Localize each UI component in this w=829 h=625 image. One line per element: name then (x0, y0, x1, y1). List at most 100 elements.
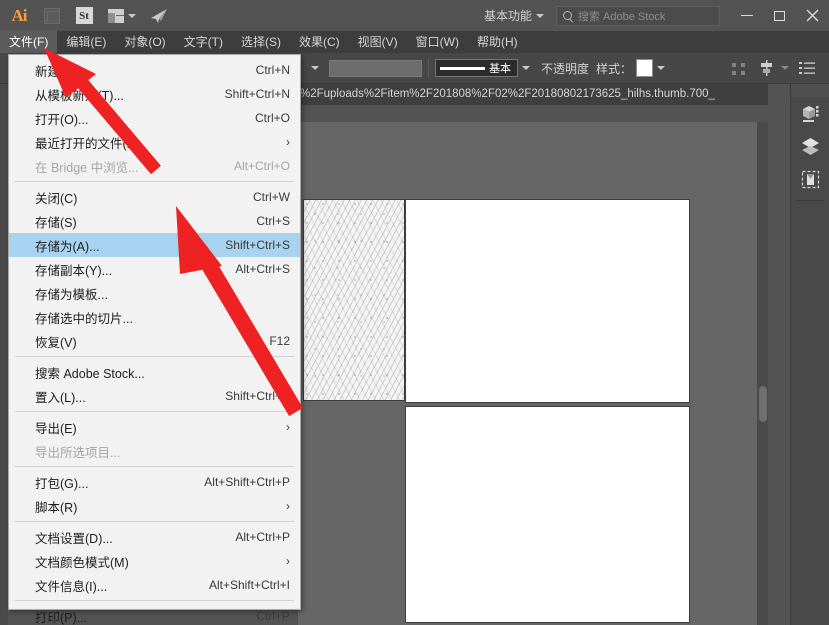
file-menu-item[interactable]: 置入(L)... Shift+Ctrl+P (9, 384, 300, 408)
style-chevron-down-icon[interactable] (653, 66, 669, 70)
stroke-profile-chevron-down-icon[interactable] (518, 66, 534, 70)
close-button[interactable] (796, 4, 829, 28)
artboard-blank-bottom[interactable] (406, 407, 689, 622)
dock-divider (796, 200, 824, 201)
file-menu-item-label: 在 Bridge 中浏览... (35, 160, 139, 175)
artboard-textured[interactable] (304, 200, 404, 400)
file-menu-item-label: 存储选中的切片... (35, 311, 133, 326)
file-menu-item-label: 文档颜色模式(M) (35, 555, 129, 570)
file-menu-item-shortcut: Ctrl+N (255, 63, 290, 77)
artboards-panel-icon[interactable] (791, 163, 829, 196)
style-swatch[interactable] (636, 59, 654, 77)
file-menu-item-label: 最近打开的文件(F) (35, 136, 139, 151)
menu-object[interactable]: 对象(O) (115, 30, 174, 54)
file-menu-item[interactable]: 脚本(R) › (9, 494, 300, 518)
right-panel-dock (790, 84, 829, 625)
submenu-chevron-right-icon: › (286, 135, 290, 149)
workspace-chevron-down-icon (536, 13, 544, 18)
file-menu-item[interactable]: 恢复(V) F12 (9, 329, 300, 353)
file-menu-item[interactable]: 打印(P)... Ctrl+P (9, 604, 300, 625)
canvas-vertical-scrollbar[interactable] (757, 122, 768, 625)
properties-panel-icon[interactable] (791, 97, 829, 130)
file-menu-item[interactable]: 存储(S) Ctrl+S (9, 209, 300, 233)
file-menu-item-label: 导出(E) (35, 421, 77, 436)
file-menu-dropdown[interactable]: 新建(N)... Ctrl+N 从模板新建(T)... Shift+Ctrl+N 打开(… (8, 54, 301, 625)
workspace-label: 基本功能 (483, 9, 532, 23)
menu-window[interactable]: 窗口(W) (407, 30, 468, 54)
file-menu-item[interactable]: 从模板新建(T)... Shift+Ctrl+N (9, 82, 300, 106)
document-tab[interactable]: %2Fuploads%2Fitem%2F201808%2F02%2F201808… (298, 84, 715, 105)
minimize-button[interactable] (730, 4, 763, 28)
arrange-chevron-down-icon[interactable] (128, 13, 136, 18)
file-menu-item-label: 从模板新建(T)... (35, 88, 124, 103)
transform-icon[interactable] (730, 59, 749, 78)
file-menu-item-label: 关闭(C) (35, 191, 78, 206)
file-menu-item[interactable]: 存储副本(Y)... Alt+Ctrl+S (9, 257, 300, 281)
file-menu-item[interactable]: 存储为模板... (9, 281, 300, 305)
style-label: 样式： (596, 61, 633, 76)
file-menu-item[interactable]: 存储为(A)... Shift+Ctrl+S (9, 233, 300, 257)
file-menu-item-shortcut: Alt+Ctrl+S (235, 262, 290, 276)
file-menu-item[interactable]: 最近打开的文件(F) › (9, 130, 300, 154)
arrange-documents-icon[interactable] (104, 5, 128, 27)
file-menu-item[interactable]: 文档颜色模式(M) › (9, 549, 300, 573)
tab-bar-gap (298, 105, 768, 122)
file-menu-item[interactable]: 文件信息(I)... Alt+Shift+Ctrl+I (9, 573, 300, 597)
behance-icon[interactable] (148, 5, 172, 27)
file-menu-item-label: 搜索 Adobe Stock... (35, 366, 145, 381)
file-menu-item[interactable]: 存储选中的切片... (9, 305, 300, 329)
file-menu-item[interactable]: 关闭(C) Ctrl+W (9, 185, 300, 209)
stroke-profile-dropdown[interactable]: 基本 (435, 59, 518, 77)
menu-view[interactable]: 视图(V) (349, 30, 407, 54)
control-bar-chevron-down-icon[interactable] (306, 59, 324, 77)
file-menu-item[interactable]: 新建(N)... Ctrl+N (9, 58, 300, 82)
file-menu-item[interactable]: 打开(O)... Ctrl+O (9, 106, 300, 130)
file-menu-item-label: 导出所选项目... (35, 445, 121, 460)
file-menu-item: 导出所选项目... (9, 439, 300, 463)
canvas-area[interactable] (298, 122, 768, 625)
menu-edit[interactable]: 编辑(E) (57, 30, 115, 54)
maximize-button[interactable] (763, 4, 796, 28)
document-setup-icon[interactable] (798, 59, 817, 78)
menu-type[interactable]: 文字(T) (175, 30, 232, 54)
illustrator-window: Ai St 基本功能 搜索 Adobe Stock 文件(F) 编辑(E) 对象… (0, 0, 829, 625)
file-menu-item-label: 脚本(R) (35, 500, 78, 515)
ai-logo-icon: Ai (11, 5, 28, 25)
menu-bar: 文件(F) 编辑(E) 对象(O) 文字(T) 选择(S) 效果(C) 视图(V… (0, 30, 829, 54)
file-menu-item-label: 存储为(A)... (35, 239, 100, 254)
file-menu-item-label: 文档设置(D)... (35, 531, 113, 546)
file-menu-item[interactable]: 搜索 Adobe Stock... (9, 360, 300, 384)
file-menu-item-shortcut: Ctrl+O (254, 111, 290, 125)
menu-file[interactable]: 文件(F) (0, 30, 58, 54)
stock-search-box[interactable]: 搜索 Adobe Stock (556, 5, 720, 26)
file-menu-item[interactable]: 打包(G)... Alt+Shift+Ctrl+P (9, 470, 300, 494)
menu-help[interactable]: 帮助(H) (468, 30, 527, 54)
file-menu-item-shortcut: Alt+Shift+Ctrl+P (204, 475, 290, 489)
submenu-chevron-right-icon: › (286, 420, 290, 434)
file-menu-item-shortcut: F12 (269, 334, 290, 348)
file-menu-separator (15, 521, 294, 522)
artboard-blank-top[interactable] (406, 200, 689, 402)
window-controls (730, 0, 829, 31)
align-icon[interactable] (758, 59, 777, 78)
menu-select[interactable]: 选择(S) (232, 30, 290, 54)
search-placeholder-text: 搜索 Adobe Stock (578, 10, 666, 23)
menu-effect[interactable]: 效果(C) (290, 30, 349, 54)
file-menu-separator (15, 466, 294, 467)
control-bar-field[interactable] (329, 59, 422, 77)
file-menu-item[interactable]: 导出(E) › (9, 415, 300, 439)
stock-icon[interactable]: St (72, 5, 96, 27)
layers-panel-icon[interactable] (791, 130, 829, 163)
file-menu-item-shortcut: Shift+Ctrl+S (225, 238, 290, 252)
canvas-scrollbar-thumb[interactable] (759, 386, 767, 422)
file-menu-item-shortcut: Ctrl+P (256, 609, 290, 623)
file-menu-item-label: 文件信息(I)... (35, 579, 108, 594)
workspace-switcher[interactable]: 基本功能 (478, 4, 550, 27)
file-menu-item[interactable]: 文档设置(D)... Alt+Ctrl+P (9, 525, 300, 549)
align-chevron-down-icon[interactable] (781, 66, 789, 70)
file-menu-item-shortcut: Shift+Ctrl+P (225, 389, 290, 403)
bridge-icon[interactable] (40, 5, 64, 27)
dock-grip[interactable] (791, 84, 829, 97)
control-bar-separator (428, 59, 429, 77)
file-menu-item-shortcut: Alt+Ctrl+O (233, 159, 290, 173)
